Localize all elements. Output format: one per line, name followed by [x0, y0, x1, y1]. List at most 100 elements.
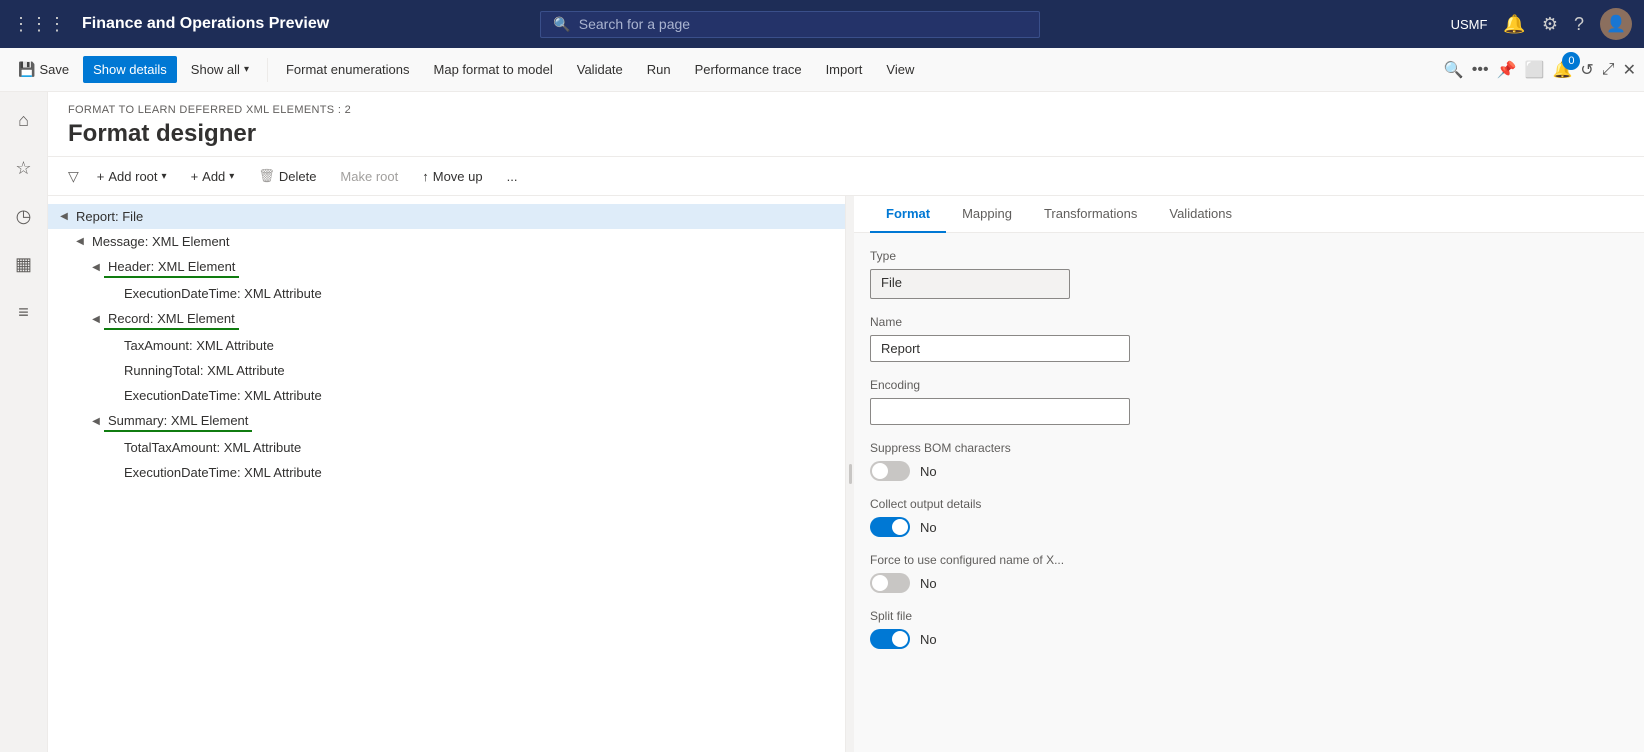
import-button[interactable]: Import [816, 56, 873, 83]
tree-item-record[interactable]: ◀ Record: XML Element [48, 306, 845, 333]
split-file-toggle-row: No [870, 629, 1628, 649]
sidebar-item-workspace[interactable]: ▦ [4, 244, 44, 284]
prop-type: Type File [870, 249, 1628, 299]
tree-item-taxamount[interactable]: TaxAmount: XML Attribute [48, 333, 845, 358]
move-up-icon: ↑ [422, 169, 429, 184]
close-icon[interactable]: ✕ [1623, 60, 1636, 80]
tab-validations[interactable]: Validations [1153, 196, 1248, 233]
resize-dot [849, 464, 852, 484]
tab-transformations[interactable]: Transformations [1028, 196, 1153, 233]
refresh-icon[interactable]: ↺ [1580, 60, 1593, 80]
name-input[interactable] [870, 335, 1130, 362]
collect-output-value: No [920, 520, 937, 535]
more-icon[interactable]: ••• [1472, 61, 1489, 79]
tree-item-message[interactable]: ◀ Message: XML Element [48, 229, 845, 254]
tree-item-header[interactable]: ◀ Header: XML Element [48, 254, 845, 281]
toggle-report[interactable]: ◀ [56, 211, 72, 222]
suppress-bom-toggle-row: No [870, 461, 1628, 481]
sidebar-item-home[interactable]: ⌂ [4, 100, 44, 140]
toggle-summary[interactable]: ◀ [88, 416, 104, 427]
tab-mapping[interactable]: Mapping [946, 196, 1028, 233]
item-label-taxamount: TaxAmount: XML Attribute [120, 336, 278, 355]
show-all-button[interactable]: Show all ▾ [181, 56, 259, 83]
help-icon[interactable]: ? [1574, 14, 1584, 35]
toggle-message[interactable]: ◀ [72, 236, 88, 247]
topbar: ⋮⋮⋮ Finance and Operations Preview 🔍 Sea… [0, 0, 1644, 48]
avatar[interactable]: 👤 [1600, 8, 1632, 40]
delete-button[interactable]: 🗑 Delete [248, 163, 326, 189]
encoding-input[interactable] [870, 398, 1130, 425]
tree-item-summary[interactable]: ◀ Summary: XML Element [48, 408, 845, 435]
map-format-label: Map format to model [434, 62, 553, 77]
more-toolbar-button[interactable]: ... [497, 164, 528, 189]
tree-item-exec3[interactable]: ExecutionDateTime: XML Attribute [48, 460, 845, 485]
split-file-toggle[interactable] [870, 629, 910, 649]
notification-icon[interactable]: 🔔 [1503, 14, 1525, 35]
move-up-button[interactable]: ↑ Move up [412, 164, 492, 189]
add-root-button[interactable]: + Add root ▾ [87, 164, 177, 189]
filter-icon[interactable]: ▽ [68, 168, 79, 185]
suppress-bom-toggle[interactable] [870, 461, 910, 481]
props-content: Type File Name Encoding Sup [854, 233, 1644, 665]
tree-item-runningtotal[interactable]: RunningTotal: XML Attribute [48, 358, 845, 383]
open-icon[interactable]: ⤢ [1602, 61, 1615, 79]
validate-button[interactable]: Validate [567, 56, 633, 83]
encoding-label: Encoding [870, 378, 1628, 392]
tree-item-exec2[interactable]: ExecutionDateTime: XML Attribute [48, 383, 845, 408]
tree-item-exec1[interactable]: ExecutionDateTime: XML Attribute [48, 281, 845, 306]
grid-icon[interactable]: ⋮⋮⋮ [12, 14, 66, 35]
run-label: Run [647, 62, 671, 77]
add-button[interactable]: + Add ▾ [181, 164, 245, 189]
resize-handle[interactable] [846, 196, 854, 752]
search-page-icon[interactable]: 🔍 [1444, 60, 1464, 80]
tab-format[interactable]: Format [870, 196, 946, 233]
add-root-icon: + [97, 169, 105, 184]
show-all-chevron-icon: ▾ [244, 64, 249, 75]
delete-icon: 🗑 [258, 168, 275, 184]
sidebar-item-list[interactable]: ≡ [4, 292, 44, 332]
topbar-right-cmds: 🔍 ••• 📌 ⬜ 🔔 0 ↺ ⤢ ✕ [1444, 60, 1636, 80]
search-box[interactable]: 🔍 Search for a page [540, 11, 1040, 38]
validate-label: Validate [577, 62, 623, 77]
run-button[interactable]: Run [637, 56, 681, 83]
add-label: Add [202, 169, 225, 184]
view-button[interactable]: View [876, 56, 924, 83]
prop-force-name: Force to use configured name of X... No [870, 553, 1628, 593]
performance-trace-label: Performance trace [695, 62, 802, 77]
toggle-header[interactable]: ◀ [88, 262, 104, 273]
performance-trace-button[interactable]: Performance trace [685, 56, 812, 83]
item-label-record: Record: XML Element [104, 309, 239, 330]
prop-suppress-bom: Suppress BOM characters No [870, 441, 1628, 481]
force-name-toggle[interactable] [870, 573, 910, 593]
notification2-icon[interactable]: 🔔 0 [1552, 60, 1572, 80]
tree-item-totaltax[interactable]: TotalTaxAmount: XML Attribute [48, 435, 845, 460]
pin-icon[interactable]: 📌 [1497, 60, 1517, 80]
item-label-message: Message: XML Element [88, 232, 234, 251]
split-file-label: Split file [870, 609, 1628, 623]
tree-item-report[interactable]: ◀ Report: File [48, 204, 845, 229]
format-enumerations-label: Format enumerations [286, 62, 410, 77]
sidebar-item-favorites[interactable]: ☆ [4, 148, 44, 188]
type-label: Type [870, 249, 1628, 263]
toggle-record[interactable]: ◀ [88, 314, 104, 325]
show-details-button[interactable]: Show details [83, 56, 177, 83]
sidebar-item-recent[interactable]: ◷ [4, 196, 44, 236]
save-label: Save [39, 62, 69, 77]
layout-icon[interactable]: ⬜ [1525, 60, 1545, 80]
add-root-label: Add root [108, 169, 157, 184]
left-sidebar: ⌂ ☆ ◷ ▦ ≡ [0, 92, 48, 752]
breadcrumb: FORMAT TO LEARN DEFERRED XML ELEMENTS : … [68, 104, 1624, 116]
prop-collect-output: Collect output details No [870, 497, 1628, 537]
collect-output-toggle[interactable] [870, 517, 910, 537]
toolbar: ▽ + Add root ▾ + Add ▾ 🗑 Delete Make roo… [48, 157, 1644, 196]
save-button[interactable]: 💾 Save [8, 55, 79, 84]
type-value: File [870, 269, 1070, 299]
format-enumerations-button[interactable]: Format enumerations [276, 56, 420, 83]
tree-panel: ◀ Report: File ◀ Message: XML Element ◀ … [48, 196, 846, 752]
user-label: USMF [1451, 17, 1488, 32]
settings-icon[interactable]: ⚙ [1542, 14, 1558, 35]
prop-encoding: Encoding [870, 378, 1628, 425]
prop-name: Name [870, 315, 1628, 362]
make-root-button[interactable]: Make root [330, 164, 408, 189]
map-format-button[interactable]: Map format to model [424, 56, 563, 83]
